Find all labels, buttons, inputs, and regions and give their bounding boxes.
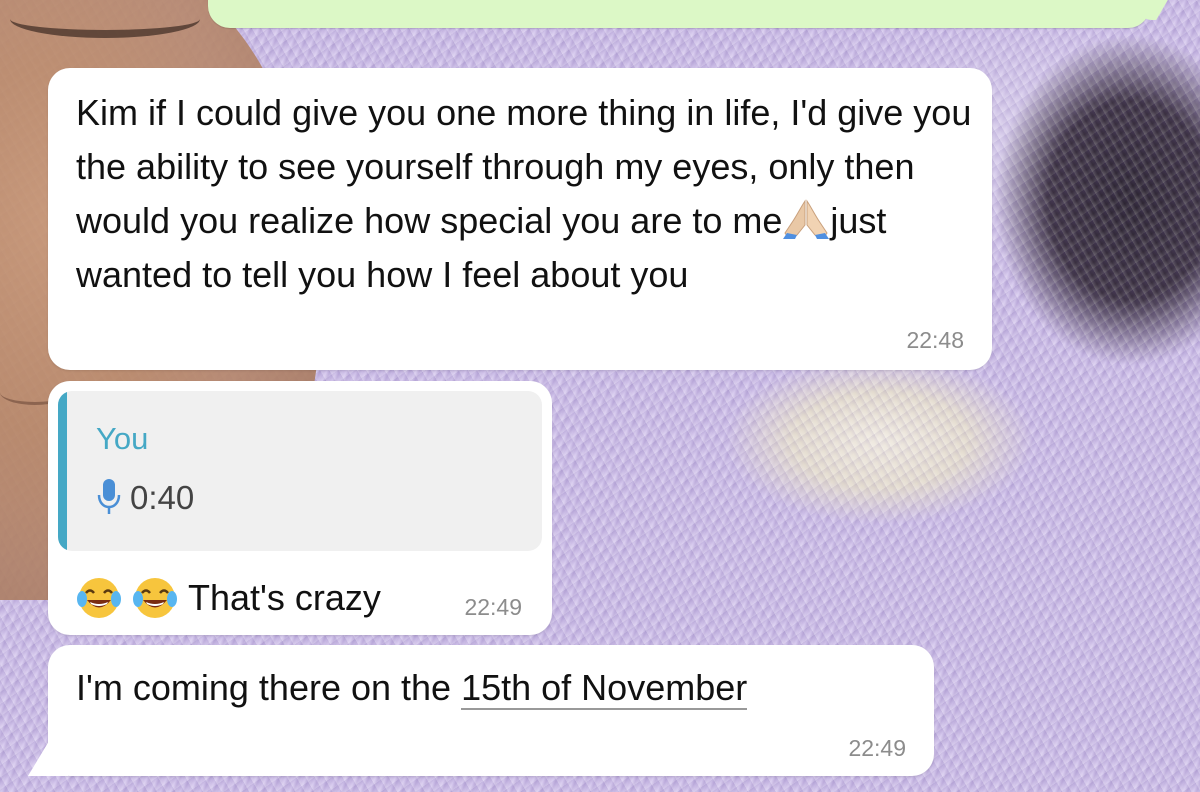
incoming-message-bubble[interactable]: I'm coming there on the 15th of November… [28, 645, 934, 776]
incoming-reply-bubble[interactable]: You 0:40 That's crazy 22:49 [48, 381, 552, 635]
message-text: Kim if I could give you one more thing i… [76, 86, 976, 302]
message-timestamp: 22:49 [848, 735, 906, 761]
bubble-tail [28, 736, 68, 776]
message-timestamp: 22:48 [906, 327, 964, 353]
bubble-tail [1132, 0, 1168, 20]
incoming-message-bubble[interactable]: Kim if I could give you one more thing i… [48, 68, 992, 370]
wallpaper-eyebrow [10, 0, 200, 38]
face-with-tears-of-joy-icon [132, 575, 178, 621]
outgoing-message-bubble-partial[interactable] [208, 0, 1168, 28]
face-with-tears-of-joy-icon [76, 575, 122, 621]
folded-hands-icon [783, 199, 830, 239]
reply-text-row: That's crazy [76, 575, 381, 621]
message-timestamp: 22:49 [464, 594, 522, 620]
quoted-voice-message[interactable]: You 0:40 [58, 391, 542, 551]
quote-author: You [96, 421, 149, 456]
date-link[interactable]: 15th of November [461, 667, 748, 710]
message-text-part: I'm coming there on the [76, 667, 462, 708]
message-text: I'm coming there on the 15th of November [76, 661, 748, 715]
microphone-icon [96, 477, 122, 517]
quote-accent-bar [58, 391, 67, 551]
message-text: That's crazy [188, 577, 381, 618]
voice-duration: 0:40 [130, 479, 195, 516]
